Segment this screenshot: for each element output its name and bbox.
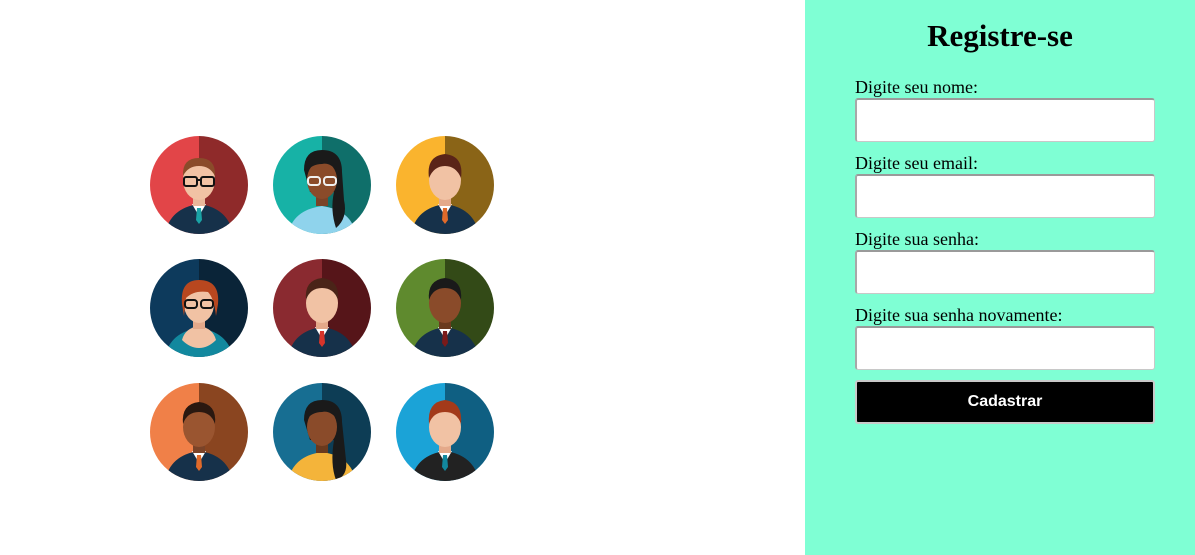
name-input[interactable]: [855, 98, 1155, 142]
confirm-password-input[interactable]: [855, 326, 1155, 370]
register-button[interactable]: Cadastrar: [855, 380, 1155, 424]
avatar-woman-red-hair: [150, 259, 248, 357]
register-panel: Registre-se Digite seu nome: Digite seu …: [805, 0, 1195, 555]
name-label: Digite seu nome:: [855, 77, 978, 97]
avatar-man-maroon: [273, 259, 371, 357]
avatar-man-orange: [150, 383, 248, 481]
email-label: Digite seu email:: [855, 153, 978, 173]
register-title: Registre-se: [927, 18, 1073, 53]
avatars-illustration: [150, 136, 494, 481]
avatar-man-yellow: [396, 136, 494, 234]
avatar-man-glasses: [150, 136, 248, 234]
email-input[interactable]: [855, 174, 1155, 218]
page: Registre-se Digite seu nome: Digite seu …: [0, 0, 1195, 555]
avatar-man-green: [396, 259, 494, 357]
avatar-man-light-blue: [396, 383, 494, 481]
password-input[interactable]: [855, 250, 1155, 294]
avatar-woman-braids: [273, 383, 371, 481]
register-form: Digite seu nome: Digite seu email: Digit…: [855, 76, 1155, 424]
password-label: Digite sua senha:: [855, 229, 979, 249]
avatar-woman-glasses: [273, 136, 371, 234]
illustration-area: [0, 0, 805, 555]
confirm-password-label: Digite sua senha novamente:: [855, 305, 1063, 325]
